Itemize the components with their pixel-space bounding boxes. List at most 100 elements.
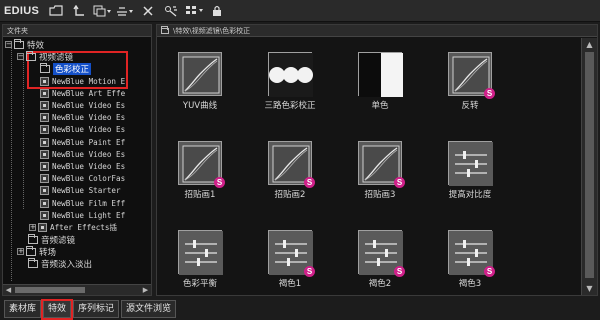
- badge-icon: S: [394, 177, 405, 188]
- tree-item-label: NewBlue Motion E: [52, 76, 126, 86]
- effect-item[interactable]: S 反转: [435, 52, 505, 111]
- tree-item-label: NewBlue Video Es: [52, 113, 126, 123]
- effect-icon: [38, 223, 47, 232]
- tree-item-label: NewBlue Video Es: [52, 101, 126, 110]
- effect-thumbnail: [358, 52, 403, 97]
- folder-icon[interactable]: [47, 3, 65, 19]
- badge-icon: S: [484, 88, 495, 99]
- tab-label: 源文件浏览: [126, 304, 172, 314]
- effects-grid: YUV曲线 三路色彩校正 单色 S 反转 S 招贴画1 S 招贴画2 S 招贴画3 提高对比度 色彩平衡…: [157, 38, 579, 295]
- effect-item[interactable]: S 褐色1: [255, 230, 325, 289]
- delete-icon[interactable]: [139, 3, 157, 19]
- badge-icon: S: [304, 266, 315, 277]
- effect-thumbnail: S: [358, 230, 405, 277]
- effect-item[interactable]: S 招贴画3: [345, 141, 415, 200]
- effect-item[interactable]: S 褐色3: [435, 230, 505, 289]
- tree-item-label: NewBlue Film Eff: [52, 198, 126, 208]
- tree-item[interactable]: 音频淡入淡出: [28, 258, 92, 270]
- align-icon[interactable]: [116, 3, 134, 19]
- tree-item[interactable]: NewBlue Paint Ef: [40, 137, 125, 148]
- effect-item[interactable]: S 褐色2: [345, 230, 415, 289]
- effect-label: 招贴画3: [364, 190, 396, 200]
- tree-item[interactable]: NewBlue Video Es: [40, 112, 125, 123]
- effect-item[interactable]: 三路色彩校正: [255, 52, 325, 111]
- folder-icon: [26, 50, 36, 61]
- lock-icon[interactable]: [208, 3, 226, 19]
- tree-item[interactable]: NewBlue Video Es: [40, 149, 125, 160]
- tree-item-label: NewBlue Video Es: [52, 149, 126, 159]
- effect-thumbnail: [448, 141, 493, 186]
- list-view-icon[interactable]: [185, 3, 204, 19]
- effect-thumbnail: S: [268, 141, 315, 188]
- tree-item[interactable]: 色彩校正: [40, 62, 92, 75]
- tree-item[interactable]: NewBlue Video Es: [40, 161, 125, 172]
- tree-item[interactable]: − 特效: [5, 38, 44, 51]
- effect-label: 色彩平衡: [182, 279, 217, 289]
- vertical-scrollbar[interactable]: ▲ ▼: [581, 38, 597, 295]
- tree-item[interactable]: 音频滤镜: [28, 233, 76, 246]
- tree-item[interactable]: − 视频滤镜: [17, 50, 74, 63]
- effect-item[interactable]: 色彩平衡: [165, 230, 235, 289]
- effect-thumbnail: S: [448, 52, 495, 99]
- folder-icon: [26, 245, 36, 256]
- tree-item[interactable]: NewBlue Motion E: [40, 76, 125, 87]
- tree-item-label: 色彩校正: [53, 62, 92, 75]
- properties-icon[interactable]: [162, 3, 180, 19]
- expand-icon[interactable]: +: [29, 224, 36, 231]
- folder-tree: − 特效 − 视频滤镜 色彩校正 NewBlue Motion E NewBlue Art …: [3, 37, 151, 285]
- horizontal-scrollbar[interactable]: ◀ ▶: [3, 284, 151, 295]
- folder-icon: [28, 233, 38, 244]
- tree-item-label: 转场: [39, 247, 57, 258]
- effect-icon: [40, 113, 49, 123]
- effect-item[interactable]: YUV曲线: [165, 52, 235, 111]
- tab-label: 序列标记: [78, 304, 115, 314]
- tree-item[interactable]: + 转场: [17, 245, 57, 258]
- view-mode-icon[interactable]: [93, 3, 112, 19]
- effect-icon: [40, 174, 49, 184]
- effect-label: 褐色3: [458, 279, 482, 289]
- effect-icon: [40, 210, 49, 220]
- tree-item[interactable]: NewBlue Film Eff: [40, 198, 125, 209]
- effect-item[interactable]: 单色: [345, 52, 415, 111]
- tree-item[interactable]: + After Effects插: [29, 222, 117, 233]
- tree-item[interactable]: NewBlue Video Es: [40, 100, 125, 111]
- effect-label: 招贴画2: [274, 190, 306, 200]
- tab-3[interactable]: 源文件浏览: [121, 300, 177, 318]
- effect-thumbnail: S: [178, 141, 225, 188]
- collapse-icon[interactable]: −: [5, 41, 12, 48]
- tree-item-label: NewBlue Art Effe: [52, 88, 126, 98]
- tab-2[interactable]: 序列标记: [73, 300, 120, 318]
- effect-icon: [40, 149, 49, 159]
- effect-icon: [40, 137, 49, 147]
- expand-icon[interactable]: +: [17, 248, 24, 256]
- bottom-tab-bar: 素材库 特效 序列标记 源文件浏览: [0, 298, 600, 320]
- effect-thumbnail: S: [358, 141, 405, 188]
- effect-thumbnail: [268, 52, 313, 97]
- tree-item[interactable]: NewBlue ColorFas: [40, 173, 125, 184]
- tree-item[interactable]: NewBlue Video Es: [40, 124, 125, 135]
- tree-item[interactable]: NewBlue Starter: [40, 185, 121, 196]
- effect-item[interactable]: S 招贴画2: [255, 141, 325, 200]
- folder-panel-header: 文件夹: [3, 25, 151, 37]
- effect-label: 褐色1: [278, 279, 302, 289]
- effect-item[interactable]: S 招贴画1: [165, 141, 235, 200]
- tree-item[interactable]: NewBlue Light Ef: [40, 210, 125, 221]
- tree-item-label: 视频滤镜: [39, 52, 74, 63]
- tree-item-label: NewBlue Paint Ef: [52, 137, 126, 147]
- path-text: \特效\视频滤镜\色彩校正: [173, 26, 251, 35]
- collapse-icon[interactable]: −: [17, 53, 24, 61]
- effect-icon: [40, 76, 49, 86]
- effect-thumbnail: [178, 230, 223, 275]
- tree-item-label: NewBlue Video Es: [52, 125, 126, 135]
- effect-icon: [40, 101, 49, 110]
- tree-item[interactable]: NewBlue Art Effe: [40, 88, 125, 99]
- effect-icon: [40, 88, 49, 98]
- tab-1[interactable]: 特效: [41, 299, 74, 320]
- up-level-icon[interactable]: [70, 3, 88, 19]
- tree-item-label: 音频滤镜: [41, 235, 76, 246]
- effect-thumbnail: S: [268, 230, 315, 277]
- tree-item-label: After Effects插: [50, 223, 118, 232]
- tab-0[interactable]: 素材库: [4, 300, 42, 318]
- folder-icon: [14, 38, 24, 49]
- effect-item[interactable]: 提高对比度: [435, 141, 505, 200]
